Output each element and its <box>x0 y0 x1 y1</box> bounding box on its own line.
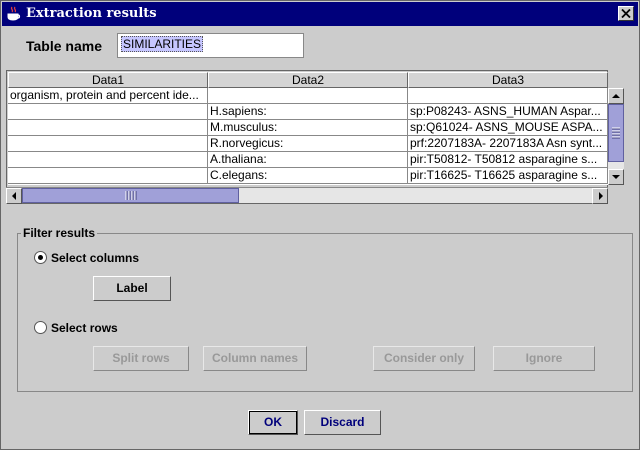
grip-icon <box>125 191 137 200</box>
vertical-scroll-thumb[interactable] <box>608 104 624 162</box>
table-cell[interactable]: sp:P08243- ASNS_HUMAN Aspar... <box>408 104 608 120</box>
arrow-up-icon <box>612 94 620 98</box>
column-names-button[interactable]: Column names <box>203 346 307 371</box>
table-body: organism, protein and percent ide... H.s… <box>8 88 608 185</box>
java-cup-icon <box>7 6 21 21</box>
grip-icon <box>612 127 620 139</box>
scroll-right-button[interactable] <box>592 188 608 204</box>
horizontal-scroll-thumb[interactable] <box>22 188 239 203</box>
table-cell[interactable]: organism, protein and percent ide... <box>8 88 208 104</box>
title-bar[interactable]: Extraction results <box>2 2 638 26</box>
horizontal-scrollbar[interactable] <box>6 187 608 204</box>
window-title: Extraction results <box>26 6 157 21</box>
extraction-results-dialog: Extraction results Table name SIMILARITI… <box>0 0 640 450</box>
table-cell[interactable]: C.elegans: <box>208 168 408 184</box>
table-row[interactable]: H.sapiens: sp:P08243- ASNS_HUMAN Aspar..… <box>8 104 608 120</box>
table-cell[interactable] <box>8 168 208 184</box>
table-cell[interactable]: pir:T50812- T50812 asparagine s... <box>408 152 608 168</box>
column-header-data2[interactable]: Data2 <box>208 72 408 88</box>
table-name-input[interactable]: SIMILARITIES <box>117 33 304 58</box>
results-table: Data1 Data2 Data3 organism, protein and … <box>6 70 608 204</box>
table-cell[interactable]: sp:Q61024- ASNS_MOUSE ASPA... <box>408 120 608 136</box>
table-row[interactable]: C.elegans: pir:T16625- T16625 asparagine… <box>8 168 608 184</box>
ignore-button[interactable]: Ignore <box>493 346 595 371</box>
table-cell[interactable]: pir:T16625- T16625 asparagine s... <box>408 168 608 184</box>
ok-button[interactable]: OK <box>248 410 298 435</box>
table-cell[interactable]: prf:2207183A- 2207183A Asn synt... <box>408 136 608 152</box>
column-header-data1[interactable]: Data1 <box>8 72 208 88</box>
table-cell[interactable] <box>8 120 208 136</box>
arrow-down-icon <box>612 175 620 179</box>
scroll-left-button[interactable] <box>6 188 22 204</box>
vertical-scrollbar[interactable] <box>608 88 624 185</box>
select-rows-radio[interactable] <box>34 321 47 334</box>
table-cell[interactable]: M.musculus: <box>208 120 408 136</box>
table-row[interactable]: R.norvegicus: prf:2207183A- 2207183A Asn… <box>8 136 608 152</box>
table-row[interactable]: organism, protein and percent ide... <box>8 88 608 104</box>
radio-selected-dot <box>38 255 43 260</box>
table-cell[interactable]: H.sapiens: <box>208 104 408 120</box>
close-button[interactable] <box>618 6 634 21</box>
table-cell[interactable] <box>8 152 208 168</box>
scroll-down-button[interactable] <box>608 169 624 185</box>
table-cell[interactable] <box>408 88 608 104</box>
close-icon <box>621 9 631 18</box>
table-cell[interactable] <box>8 136 208 152</box>
select-columns-radio[interactable] <box>34 251 47 264</box>
table-name-value: SIMILARITIES <box>121 36 204 52</box>
select-rows-label[interactable]: Select rows <box>51 321 118 335</box>
select-columns-label[interactable]: Select columns <box>51 251 139 265</box>
column-header-data3[interactable]: Data3 <box>408 72 608 88</box>
table-header: Data1 Data2 Data3 <box>8 72 608 88</box>
table-cell[interactable] <box>8 104 208 120</box>
table-cell[interactable] <box>208 88 408 104</box>
table-row[interactable]: A.thaliana: pir:T50812- T50812 asparagin… <box>8 152 608 168</box>
filter-results-title: Filter results <box>21 226 98 240</box>
label-button[interactable]: Label <box>93 276 171 301</box>
table-cell[interactable]: A.thaliana: <box>208 152 408 168</box>
table-cell[interactable]: R.norvegicus: <box>208 136 408 152</box>
table-name-label: Table name <box>26 38 102 54</box>
scroll-up-button[interactable] <box>608 88 624 104</box>
discard-button[interactable]: Discard <box>304 410 381 435</box>
split-rows-button[interactable]: Split rows <box>93 346 189 371</box>
arrow-left-icon <box>12 192 16 200</box>
table-row[interactable]: M.musculus: sp:Q61024- ASNS_MOUSE ASPA..… <box>8 120 608 136</box>
arrow-right-icon <box>599 192 603 200</box>
consider-only-button[interactable]: Consider only <box>373 346 475 371</box>
